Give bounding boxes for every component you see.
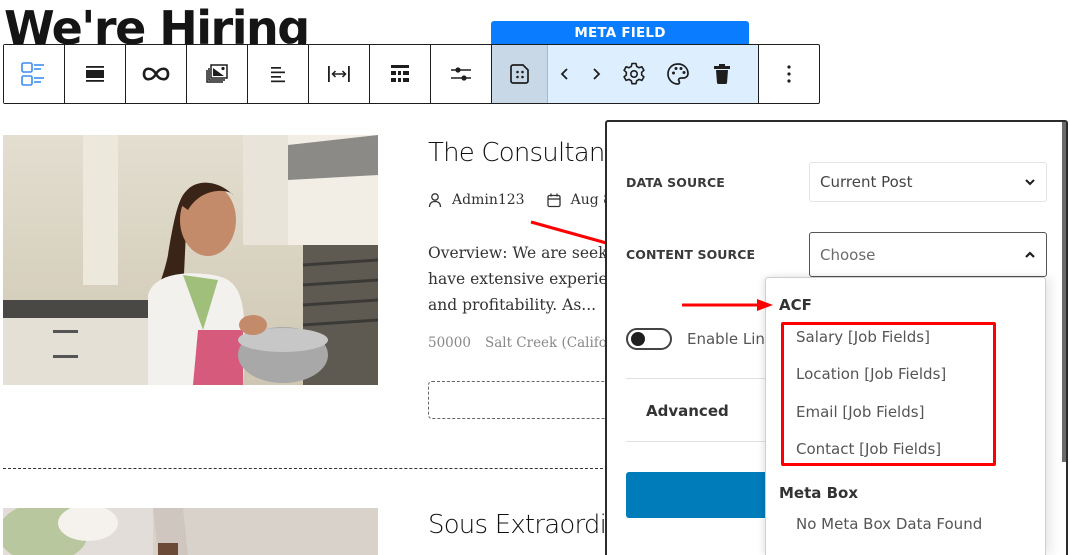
post-meta: Admin123 Aug 8 — [428, 192, 634, 208]
sliders-icon — [451, 67, 471, 81]
content-source-label: CONTENT SOURCE — [626, 247, 756, 262]
user-icon — [428, 193, 442, 208]
location-value: Salt Creek (Califo — [484, 335, 607, 351]
chevron-down-icon — [1025, 179, 1035, 186]
gallery-icon — [206, 64, 228, 83]
excerpt-line: have extensive experie — [428, 270, 608, 288]
advanced-section-toggle[interactable]: Advanced — [646, 402, 729, 420]
content-source-placeholder: Choose — [820, 245, 876, 264]
post-meta-fields: 50000 Salt Creek (Califo — [428, 335, 607, 351]
panel-separator — [626, 441, 786, 442]
panel-scrollbar[interactable] — [1062, 122, 1066, 462]
data-source-label: DATA SOURCE — [626, 175, 725, 190]
grid-layout-icon — [391, 65, 409, 82]
dropdown-group-acf: ACF — [779, 296, 812, 314]
trash-icon — [714, 64, 730, 85]
loop-icon — [142, 67, 170, 81]
dropdown-option-empty: No Meta Box Data Found — [796, 515, 983, 533]
style-button[interactable] — [656, 45, 700, 103]
settings-sliders-button[interactable] — [431, 45, 492, 103]
palette-icon — [667, 63, 689, 85]
post-layout-button[interactable] — [4, 45, 65, 103]
calendar-icon — [546, 193, 561, 207]
more-options-button[interactable] — [759, 45, 819, 103]
chevron-left-icon — [560, 68, 568, 80]
content-source-select[interactable]: Choose — [809, 232, 1047, 277]
gear-icon — [623, 62, 645, 85]
chef-photo — [3, 508, 378, 555]
enable-link-label: Enable Link — [687, 330, 774, 348]
panel-separator — [626, 378, 786, 379]
salary-value: 50000 — [428, 335, 471, 351]
grid-layout-button[interactable] — [370, 45, 431, 103]
block-align-button[interactable] — [65, 45, 126, 103]
data-source-select[interactable]: Current Post — [809, 162, 1047, 202]
block-toolbar — [3, 44, 820, 104]
page-title: We're Hiring — [4, 1, 309, 44]
width-icon — [328, 66, 350, 82]
previous-button[interactable] — [550, 45, 580, 103]
post-featured-image[interactable] — [3, 135, 378, 385]
post-featured-image[interactable] — [3, 508, 378, 555]
more-vertical-icon — [787, 65, 791, 83]
meta-field-label: META FIELD — [491, 21, 749, 45]
media-button[interactable] — [187, 45, 248, 103]
post-title[interactable]: Sous Extraordin — [428, 510, 622, 540]
align-left-icon — [271, 67, 285, 83]
next-button[interactable] — [580, 45, 612, 103]
dropdown-group-meta-box: Meta Box — [779, 484, 859, 502]
meta-field-group — [492, 45, 759, 103]
post-title[interactable]: The Consultant — [428, 138, 615, 168]
loop-button[interactable] — [126, 45, 187, 103]
text-align-button[interactable] — [248, 45, 309, 103]
align-full-icon — [86, 66, 104, 82]
annotation-arrow — [682, 299, 773, 311]
toggle-knob — [631, 332, 645, 346]
post-grid-icon — [21, 62, 44, 86]
meta-field-icon — [509, 64, 529, 84]
settings-button[interactable] — [612, 45, 656, 103]
delete-button[interactable] — [700, 45, 744, 103]
chevron-right-icon — [593, 68, 601, 80]
post-divider — [3, 468, 608, 469]
data-source-value: Current Post — [820, 173, 913, 191]
post-button-placeholder[interactable] — [428, 381, 628, 419]
chevron-up-icon — [1025, 250, 1035, 258]
kitchen-photo — [3, 135, 378, 385]
enable-link-toggle[interactable] — [626, 328, 672, 350]
meta-field-block-button[interactable] — [492, 45, 548, 103]
annotation-highlight-box — [781, 322, 996, 466]
post-author[interactable]: Admin123 — [452, 192, 525, 208]
excerpt-line: and profitability. As... — [428, 296, 597, 314]
primary-action-button[interactable] — [626, 472, 786, 518]
width-button[interactable] — [309, 45, 370, 103]
